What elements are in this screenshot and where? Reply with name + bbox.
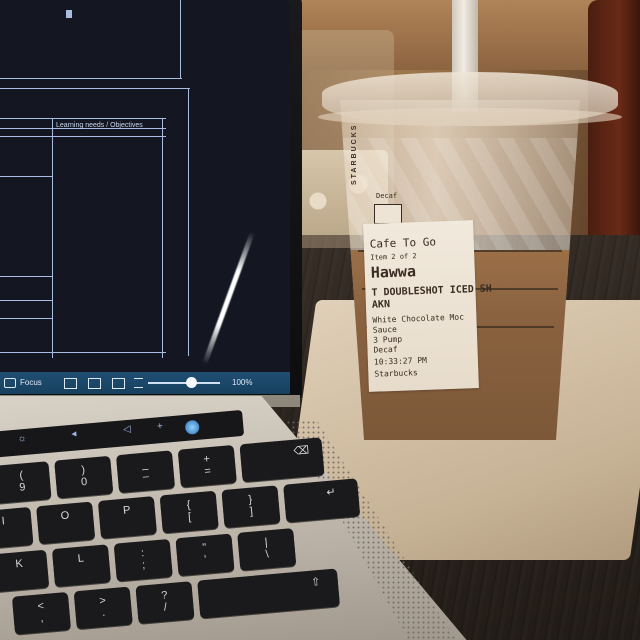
zoom-slider-thumb[interactable] <box>185 377 197 388</box>
decaf-label: Decaf <box>376 192 398 200</box>
table-border <box>0 88 190 89</box>
focus-icon <box>4 377 16 388</box>
photo-scene: STARBUCKS Decaf Cafe To Go Item 2 of 2 H… <box>0 0 640 640</box>
key-o[interactable]: O <box>36 501 96 545</box>
shift-key[interactable]: ⇧ <box>197 568 340 619</box>
key-0[interactable]: ) 0 <box>54 455 114 499</box>
key-l[interactable]: L <box>51 544 112 588</box>
key-legend: L <box>77 552 85 565</box>
cup-lid-rim <box>318 108 622 126</box>
focus-button[interactable]: Focus <box>4 376 42 390</box>
key-slash[interactable]: ? / <box>135 581 195 624</box>
order-sticker: Cafe To Go Item 2 of 2 Hawwa T DOUBLESHO… <box>363 220 492 392</box>
key-semicolon[interactable]: :; <box>113 538 173 582</box>
table-border <box>162 118 163 358</box>
read-mode-icon[interactable] <box>112 378 125 389</box>
brightness-icon[interactable]: ☼ <box>17 433 27 445</box>
sticker-store: Cafe To Go <box>369 235 437 251</box>
key-9[interactable]: (9 <box>0 461 52 504</box>
sticker-modifier: Sauce <box>372 324 398 335</box>
sticker-drink-cont: AKN <box>371 299 391 311</box>
sticker-drink: T DOUBLESHOT ICED SH <box>371 283 493 299</box>
back-icon[interactable]: ◂ <box>71 428 77 439</box>
focus-label: Focus <box>20 378 42 387</box>
key-open-bracket[interactable]: {[ <box>159 490 219 534</box>
key-p[interactable]: P <box>97 496 157 539</box>
key-legend: K <box>14 557 24 571</box>
delete-key[interactable]: ⌫ <box>239 437 325 483</box>
table-border <box>188 88 189 356</box>
key-close-bracket[interactable]: }] <box>221 485 281 529</box>
table-column-header: Learning needs / Objectives <box>56 122 143 129</box>
decaf-checkbox <box>374 204 402 224</box>
print-layout-icon[interactable] <box>64 378 77 389</box>
sticker-customer: Starbucks <box>374 368 418 379</box>
key-legend: O <box>60 509 70 523</box>
key-quote[interactable]: " ' <box>175 533 235 577</box>
shift-icon: ⇧ <box>310 575 321 589</box>
sticker-customer-name: Hawwa <box>370 262 417 282</box>
key-legend: I <box>1 515 6 528</box>
zoom-level: 100% <box>232 378 253 387</box>
cursor-icon <box>66 10 72 18</box>
return-icon: ↵ <box>325 486 337 500</box>
zoom-slider[interactable] <box>148 382 220 384</box>
key-period[interactable]: >. <box>73 586 133 630</box>
sticker-item-count: Item 2 of 2 <box>370 252 417 262</box>
volume-up-icon[interactable]: + <box>157 421 164 432</box>
web-layout-icon[interactable] <box>88 378 101 389</box>
key-legend: P <box>122 504 132 517</box>
red-chair <box>588 0 640 270</box>
sticker-modifier: Decaf <box>373 344 398 355</box>
key-comma[interactable]: <, <box>11 591 72 635</box>
key-equals[interactable]: + = <box>177 444 237 488</box>
volume-icon[interactable]: ◁ <box>123 424 132 436</box>
table-border <box>0 78 182 79</box>
return-key[interactable]: ↵ <box>283 478 361 523</box>
siri-icon[interactable] <box>184 419 200 435</box>
sticker-modifier: 3 Pump <box>373 334 403 345</box>
key-k[interactable]: K <box>0 549 50 593</box>
key-backslash[interactable]: | \ <box>237 528 297 571</box>
outline-icon[interactable] <box>134 378 143 388</box>
table-border <box>0 318 52 319</box>
table-border <box>0 118 166 119</box>
screen-glare <box>202 231 255 365</box>
table-border <box>0 176 52 177</box>
table-border <box>52 118 53 358</box>
key-i[interactable]: I <box>0 506 34 550</box>
table-border <box>0 276 52 277</box>
laptop-screen: Learning needs / Objectives Focus 100% <box>0 0 290 394</box>
sticker-modifier: White Chocolate Moc <box>372 312 465 325</box>
table-border <box>0 300 52 301</box>
status-bar: Focus 100% <box>0 372 290 394</box>
table-border <box>180 0 181 79</box>
cup-brand-print: STARBUCKS <box>351 123 358 185</box>
table-border <box>0 136 166 137</box>
sticker-time: 10:33:27 PM <box>373 355 428 367</box>
key-minus[interactable]: _ – <box>115 450 176 494</box>
keyboard: (9 ) 0 _ – + = ⌫ I O P {[ }] ↵ K L :; " ' | \… <box>0 425 405 640</box>
table-border <box>0 352 166 353</box>
delete-icon: ⌫ <box>293 444 310 458</box>
